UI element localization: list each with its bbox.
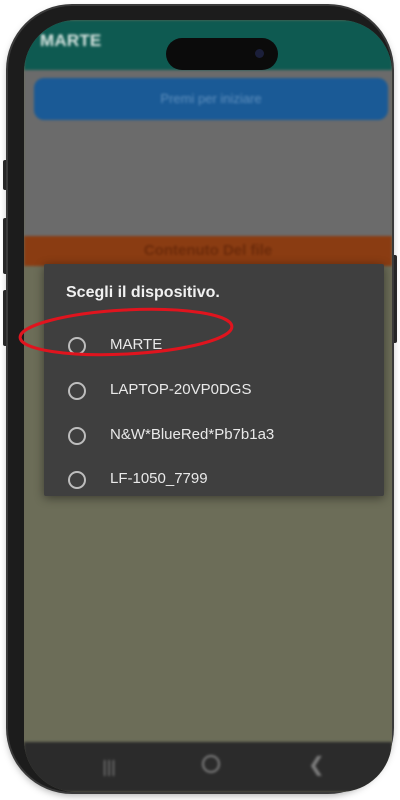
- app-title: MARTE: [40, 31, 102, 50]
- device-option-label: MARTE: [110, 336, 163, 353]
- file-content-header: Contenuto Del file: [24, 236, 392, 266]
- front-camera-icon: [255, 49, 264, 58]
- radio-button-icon[interactable]: [68, 471, 86, 489]
- system-navigation-bar: ||| ❮: [24, 742, 392, 792]
- device-option-marte[interactable]: MARTE: [44, 326, 384, 366]
- device-chooser-dialog: Scegli il dispositivo. MARTE LAPTOP-20VP…: [44, 264, 384, 496]
- dialog-title: Scegli il dispositivo.: [66, 284, 220, 301]
- radio-button-icon[interactable]: [68, 427, 86, 445]
- back-icon[interactable]: ❮: [308, 754, 325, 774]
- device-option-lf1050[interactable]: LF-1050_7799: [44, 460, 384, 500]
- device-option-label: N&W*BlueRed*Pb7b1a3: [110, 426, 275, 443]
- screenshot-stage: MARTE Premi per iniziare Contenuto Del f…: [0, 0, 400, 800]
- radio-button-icon[interactable]: [68, 382, 86, 400]
- radio-button-icon[interactable]: [68, 337, 86, 355]
- recents-icon[interactable]: |||: [102, 757, 116, 777]
- device-option-label: LAPTOP-20VP0DGS: [110, 381, 252, 398]
- phone-frame: MARTE Premi per iniziare Contenuto Del f…: [8, 6, 392, 792]
- home-icon[interactable]: [202, 755, 220, 773]
- device-option-bluered[interactable]: N&W*BlueRed*Pb7b1a3: [44, 416, 384, 456]
- start-button[interactable]: Premi per iniziare: [34, 78, 388, 120]
- device-option-laptop[interactable]: LAPTOP-20VP0DGS: [44, 371, 384, 411]
- device-option-label: LF-1050_7799: [110, 470, 208, 487]
- dynamic-island: [166, 38, 278, 70]
- phone-screen: MARTE Premi per iniziare Contenuto Del f…: [24, 20, 392, 792]
